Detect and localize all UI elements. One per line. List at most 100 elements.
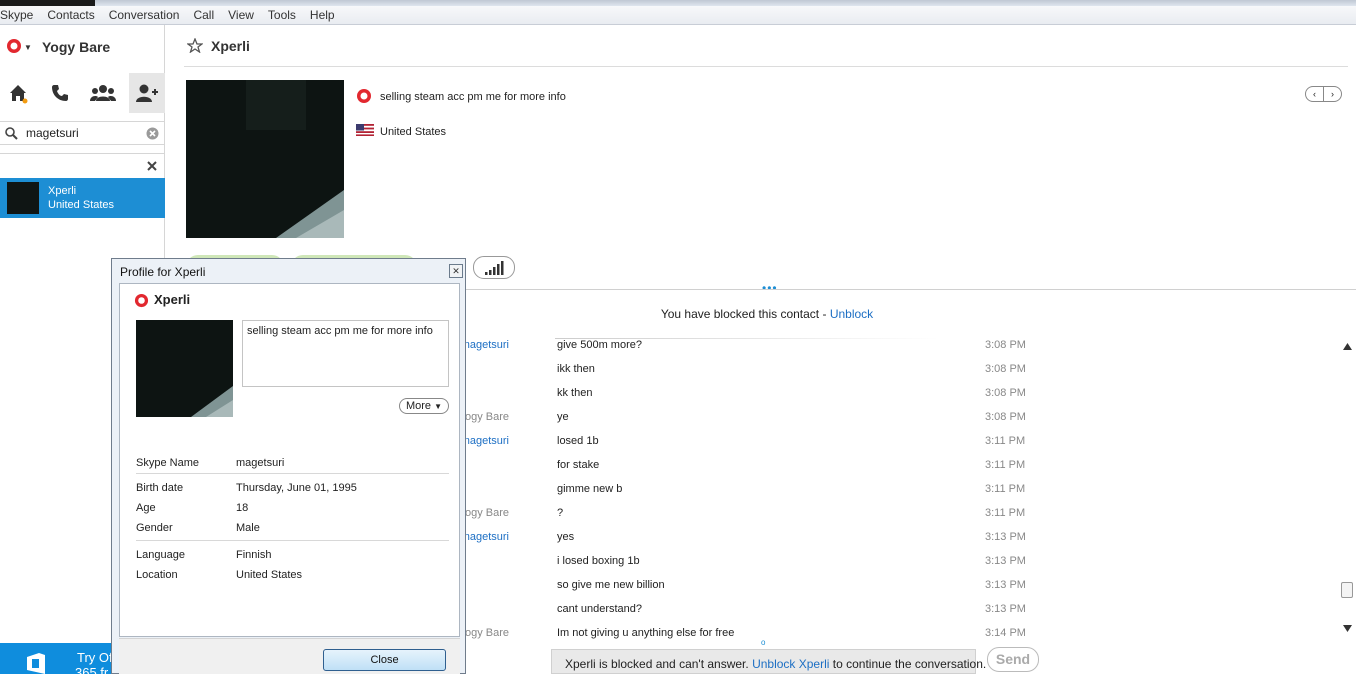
message-text: losed 1b [557,435,599,447]
prev-arrow-icon[interactable]: ‹ [1306,87,1324,101]
message-text: give 500m more? [557,339,642,351]
clear-search-icon[interactable] [146,127,159,140]
typing-indicator-icon: o [761,638,766,647]
home-button[interactable] [0,73,36,113]
message-row: gimme new b 3:11 PM [466,483,1046,507]
mood-message: selling steam acc pm me for more info [356,88,566,107]
profile-avatar [136,320,233,417]
message-sender[interactable]: magetsuri [461,339,509,351]
menu-view[interactable]: View [221,6,261,24]
results-header [0,153,165,177]
close-icon[interactable] [147,161,157,171]
home-icon [10,85,28,104]
resize-handle[interactable]: ••• [762,281,778,295]
dialog-footer: Close [119,638,460,674]
user-status-button[interactable]: ▼ Yogy Bare [0,33,165,63]
field-separator [136,473,449,474]
message-sender[interactable]: magetsuri [461,531,509,543]
us-flag-icon [356,124,374,136]
call-quality-button[interactable] [473,256,515,279]
menu-bar: Skype Contacts Conversation Call View To… [0,6,1356,25]
search-box[interactable]: magetsuri [0,121,165,145]
message-text: yes [557,531,575,543]
menu-contacts[interactable]: Contacts [40,6,101,24]
chevron-down-icon: ▼ [24,43,32,52]
message-text: gimme new b [557,483,623,495]
user-name: Yogy Bare [42,39,111,55]
message-row: kk then 3:08 PM [466,387,1046,411]
field-separator [136,540,449,541]
menu-conversation[interactable]: Conversation [102,6,187,24]
message-time: 3:08 PM [985,339,1026,351]
profile-divider [466,289,1356,290]
message-time: 3:13 PM [985,579,1026,591]
header-divider [184,66,1348,67]
message-time: 3:14 PM [985,627,1026,639]
message-time: 3:11 PM [985,435,1026,447]
contact-country: United States [356,124,446,139]
unblock-contact-link[interactable]: Unblock Xperli [752,657,829,671]
scroll-up-icon[interactable] [1343,343,1352,350]
search-input[interactable]: magetsuri [26,126,79,140]
message-sender[interactable]: Yogy Bare [459,411,509,423]
menu-call[interactable]: Call [186,6,221,24]
message-row: magetsuri give 500m more? 3:08 PM [461,339,1046,363]
dialog-close-icon[interactable]: ✕ [449,264,463,278]
contact-list-item[interactable]: Xperli United States [0,178,165,218]
conversation-header: Xperli [166,25,1356,67]
signal-bars-icon [485,261,504,275]
skype-mood-icon [357,89,371,103]
close-button[interactable]: Close [323,649,446,671]
message-time: 3:08 PM [985,363,1026,375]
star-icon[interactable] [187,38,203,53]
message-row: for stake 3:11 PM [466,459,1046,483]
menu-skype[interactable]: Skype [0,6,40,24]
message-text: ? [557,507,564,519]
message-row: cant understand? 3:13 PM [466,603,1046,627]
message-row: Yogy Bare ye 3:08 PM [459,411,1046,435]
profile-name: Xperli [134,292,190,311]
more-button[interactable]: More ▼ [399,398,449,414]
message-row: Yogy Bare? 3:11 PM [459,507,1046,531]
scroll-down-icon[interactable] [1343,625,1352,632]
unblock-link[interactable]: Unblock [830,307,873,321]
message-row: magetsuri yes 3:13 PM [461,531,1046,555]
office-icon [27,653,45,674]
message-sender[interactable]: Yogy Bare [459,627,509,639]
chat-scrollbar[interactable] [1339,338,1356,636]
skype-status-icon [7,39,21,53]
send-button[interactable]: Send [987,647,1039,672]
promo-line1: Try Of [77,650,113,665]
conversation-title: Xperli [211,38,250,54]
message-time: 3:08 PM [985,411,1026,423]
scroll-thumb[interactable] [1341,582,1353,598]
message-text: cant understand? [557,603,643,615]
profile-mood: selling steam acc pm me for more info [242,320,449,387]
contact-location: United States [48,199,115,211]
office-promo[interactable]: Try Of 365 fr [0,643,113,680]
menu-tools[interactable]: Tools [261,6,303,24]
phone-icon [52,85,68,101]
profile-pager: ‹ › [1305,86,1342,102]
contact-name: Xperli [48,185,77,197]
message-time: 3:11 PM [985,459,1026,471]
message-time: 3:08 PM [985,387,1026,399]
dialog-title: Profile for Xperli [120,265,206,279]
menu-help[interactable]: Help [303,6,342,24]
message-time: 3:13 PM [985,531,1026,543]
message-time: 3:13 PM [985,555,1026,567]
message-time: 3:13 PM [985,603,1026,615]
message-sender[interactable]: Yogy Bare [459,507,509,519]
profile-dialog: Profile for Xperli ✕ Xperli selling stea… [111,258,466,674]
skype-status-icon [134,293,149,308]
groups-button[interactable] [85,73,121,113]
blocked-bar: Xperli is blocked and can't answer. Unbl… [551,649,986,674]
call-button[interactable] [42,73,78,113]
blocked-notice: You have blocked this contact - Unblock [660,307,874,321]
message-sender[interactable]: magetsuri [461,435,509,447]
next-arrow-icon[interactable]: › [1324,87,1341,101]
avatar [7,182,39,214]
dialog-body: Xperli selling steam acc pm me for more … [119,283,460,637]
add-contact-button[interactable] [129,73,165,113]
promo-line2: 365 fr [75,665,109,680]
